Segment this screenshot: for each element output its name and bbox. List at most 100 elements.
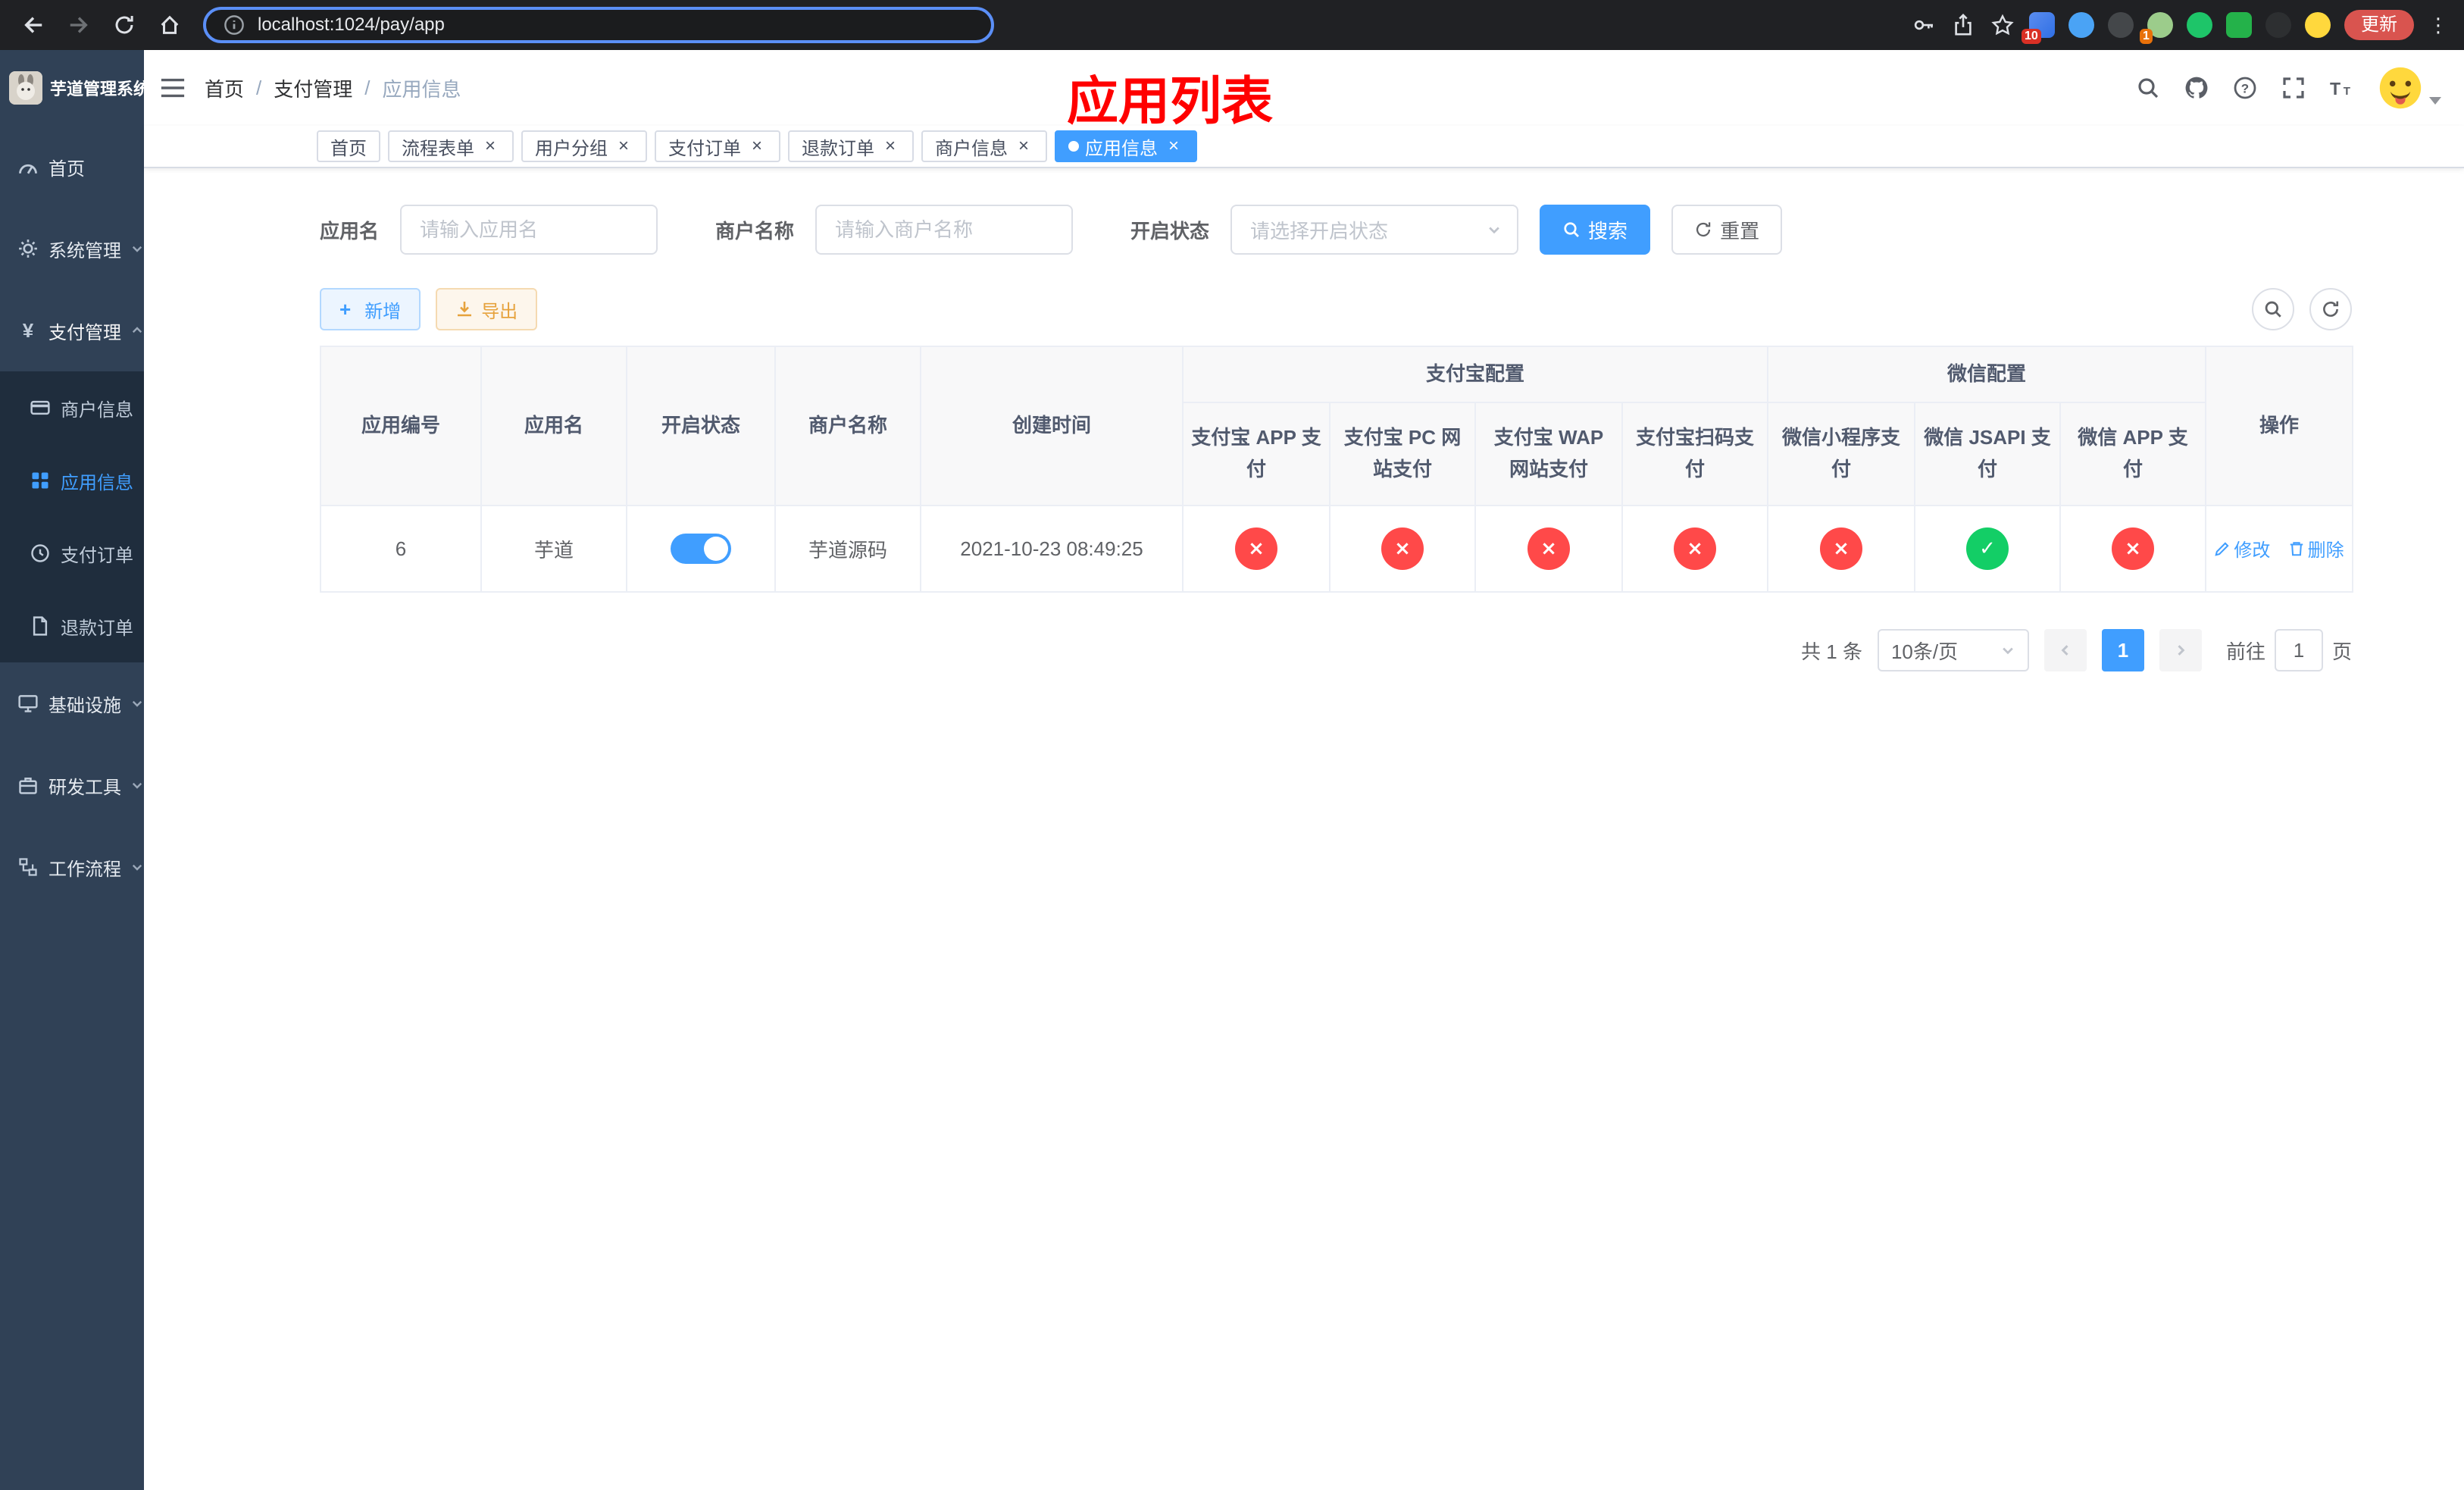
search-icon[interactable] [2135,75,2161,101]
col-header-wx-jsapi: 微信 JSAPI 支付 [1914,402,2062,506]
merchant-name-label: 商户名称 [715,219,795,243]
app-table: 应用编号 应用名 开启状态 商户名称 创建时间 支付宝配置 微信配置 操作 支付… [320,346,2354,593]
page-number-button[interactable]: 1 [2101,629,2144,671]
extension-icon-7[interactable] [2265,12,2291,38]
tab-user-group[interactable]: 用户分组 [521,130,647,162]
sidebar-fold-icon[interactable] [156,71,189,105]
sidebar-item-home[interactable]: 首页 [0,126,144,208]
export-button[interactable]: 导出 [436,288,538,330]
svg-text:T: T [2330,79,2340,99]
delete-link[interactable]: 删除 [2288,535,2344,562]
sidebar-item-label: 研发工具 [48,777,121,798]
sidebar-item-merchant-info[interactable]: 商户信息 [0,371,144,444]
sidebar-item-payment[interactable]: ¥ 支付管理 [0,290,144,371]
extension-icon-2[interactable] [2068,12,2094,38]
chevron-down-icon [130,696,144,710]
search-button[interactable]: 搜索 [1540,205,1651,255]
reset-button[interactable]: 重置 [1671,205,1783,255]
status-cross-icon: × [1235,527,1277,570]
page-size-select[interactable]: 10条/页 [1877,629,2029,671]
sidebar-item-refund-order[interactable]: 退款订单 [0,590,144,662]
fullscreen-icon[interactable] [2281,75,2306,101]
chevron-down-icon [2003,647,2013,655]
address-bar[interactable]: localhost:1024/pay/app [203,7,994,43]
profile-avatar-icon[interactable] [2305,12,2331,38]
next-page-button[interactable] [2159,629,2202,671]
close-icon[interactable] [1164,136,1184,156]
extension-icon-4[interactable]: 1 [2140,12,2173,44]
add-button[interactable]: 新增 [320,288,421,330]
app-logo[interactable]: 芋道管理系统 [0,50,144,126]
chevron-down-icon [130,242,144,255]
browser-reload-button[interactable] [106,7,142,43]
close-icon[interactable] [480,136,500,156]
browser-back-button[interactable] [15,7,52,43]
sidebar-item-pay-order[interactable]: 支付订单 [0,517,144,590]
github-icon[interactable] [2184,75,2209,101]
share-icon[interactable] [1950,12,1976,38]
close-icon[interactable] [1014,136,1033,156]
browser-update-button[interactable]: 更新 [2344,10,2414,40]
prev-page-button[interactable] [2043,629,2087,671]
goto-prefix: 前往 [2225,640,2265,663]
browser-right-cluster: 10 1 更新 [1911,10,2449,44]
app-name-input[interactable] [400,205,658,255]
user-menu[interactable] [2378,65,2441,111]
browser-menu-icon[interactable] [2428,14,2449,37]
tab-refund-order[interactable]: 退款订单 [788,130,914,162]
font-size-icon[interactable]: TT [2329,75,2355,101]
extension-icon-5[interactable] [2187,12,2212,38]
tab-label: 支付订单 [668,138,741,159]
extension-icon-1[interactable]: 10 [2022,12,2055,44]
tab-merchant-info[interactable]: 商户信息 [921,130,1047,162]
close-icon[interactable] [747,136,767,156]
browser-forward-button[interactable] [61,7,97,43]
sidebar-item-app-info[interactable]: 应用信息 [0,444,144,517]
close-icon[interactable] [614,136,633,156]
sidebar-item-label: 系统管理 [48,240,121,261]
password-key-icon[interactable] [1911,12,1937,38]
toggle-search-button[interactable] [2252,288,2294,330]
breadcrumb-section[interactable]: 支付管理 [274,74,352,102]
caret-down-icon [2429,97,2441,105]
refresh-table-button[interactable] [2309,288,2352,330]
filter-form: 应用名 商户名称 开启状态 请选择开启状态 搜索 重置 [320,205,2352,255]
table-row: 6 芋道 芋道源码 2021-10-23 08:49:25 × × × × × … [320,505,2354,593]
enabled-toggle[interactable] [671,534,731,564]
tab-app-info[interactable]: 应用信息 [1055,130,1197,162]
breadcrumb-current: 应用信息 [382,77,461,101]
screenshot-root: localhost:1024/pay/app 10 1 更新 ⋮ 芋道管理系统 … [0,0,2464,1490]
reset-button-label: 重置 [1720,219,1760,243]
sidebar-item-dev-tools[interactable]: 研发工具 [0,744,144,826]
status-select[interactable]: 请选择开启状态 [1230,205,1519,255]
svg-text:?: ? [2241,81,2249,95]
edit-link[interactable]: 修改 [2214,535,2270,562]
export-button-label: 导出 [481,301,518,322]
grid-icon [29,469,52,492]
cell-alipay-qr: × [1621,505,1769,593]
app-name-label: 应用名 [320,219,380,243]
delete-link-label: 删除 [2307,540,2344,562]
sidebar-item-infra[interactable]: 基础设施 [0,662,144,744]
goto-page-input[interactable] [2274,629,2323,671]
sidebar-item-workflow[interactable]: 工作流程 [0,826,144,908]
help-icon[interactable]: ? [2232,75,2258,101]
site-info-icon[interactable] [221,12,247,38]
cell-alipay-pc: × [1329,505,1476,593]
sidebar-item-system[interactable]: 系统管理 [0,208,144,290]
extension-icon-6[interactable] [2226,12,2252,38]
col-header-wx-app: 微信 APP 支付 [2059,402,2207,506]
cell-created: 2021-10-23 08:49:25 [920,505,1184,593]
breadcrumb-home[interactable]: 首页 [205,74,244,102]
close-icon[interactable] [880,136,900,156]
tab-home[interactable]: 首页 [317,130,380,162]
sidebar: 芋道管理系统 首页 系统管理 ¥ 支付管理 商户信息 应用信息 支付订单 退款订… [0,50,144,1490]
bookmark-star-icon[interactable] [1990,12,2015,38]
sidebar-item-label: 商户信息 [61,399,133,421]
browser-home-button[interactable] [152,7,188,43]
tab-pay-order[interactable]: 支付订单 [655,130,780,162]
extension-icon-3[interactable] [2108,12,2134,38]
col-header-merchant: 商户名称 [774,346,921,506]
tab-process-form[interactable]: 流程表单 [388,130,514,162]
merchant-name-input[interactable] [815,205,1074,255]
